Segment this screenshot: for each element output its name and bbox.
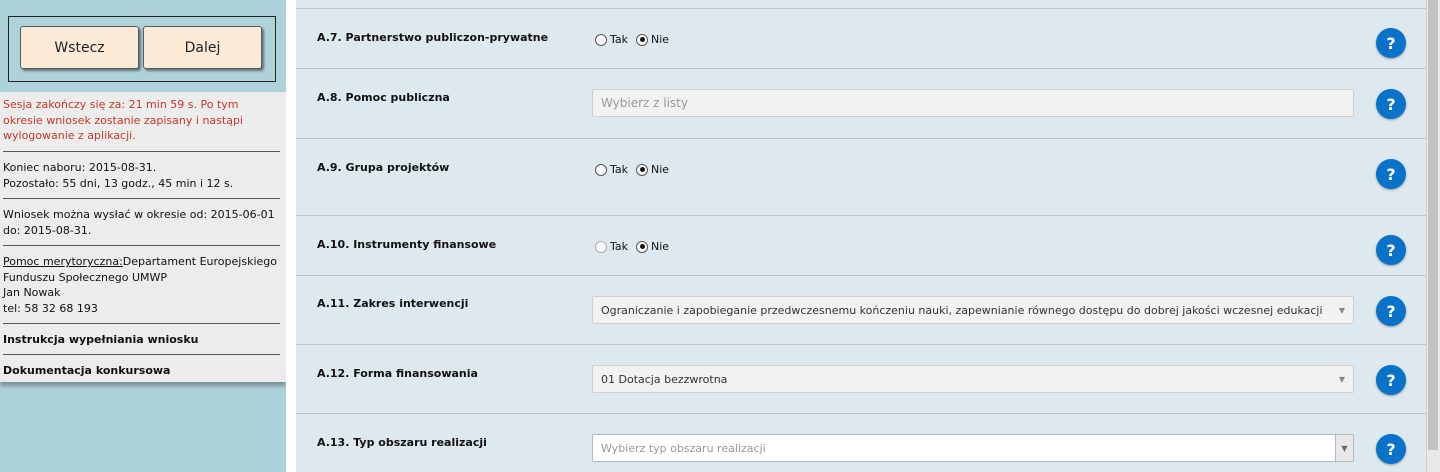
radio-yes[interactable]: Tak bbox=[595, 163, 628, 176]
dropdown-arrow-icon: ▼ bbox=[1338, 375, 1345, 384]
intervention-scope-select[interactable]: Ograniczanie i zapobieganie przedwczesne… bbox=[592, 296, 1354, 324]
select-value: 01 Dotacja bezzwrotna bbox=[601, 372, 728, 386]
left-panel: Wstecz Dalej Sesja zakończy się za: 21 m… bbox=[0, 0, 286, 472]
help-button[interactable]: ? bbox=[1376, 159, 1406, 189]
info-panel: Sesja zakończy się za: 21 min 59 s. Po t… bbox=[0, 92, 286, 382]
help-button[interactable]: ? bbox=[1376, 235, 1406, 265]
row-a8: A.8. Pomoc publiczna Wybierz z listy ? bbox=[296, 69, 1426, 139]
row-label: A.13. Typ obszaru realizacji bbox=[317, 436, 487, 449]
row-a11: A.11. Zakres interwencji Ograniczanie i … bbox=[296, 276, 1426, 345]
divider bbox=[3, 354, 280, 355]
financing-form-select[interactable]: 01 Dotacja bezzwrotna ▼ bbox=[592, 365, 1354, 393]
form-area: A.7. Partnerstwo publiczon-prywatne Tak … bbox=[296, 0, 1426, 472]
scrollbar-thumb[interactable] bbox=[1428, 0, 1438, 450]
radio-circle-icon bbox=[595, 163, 607, 176]
radio-label: Tak bbox=[610, 163, 629, 176]
radio-circle-selected-icon bbox=[636, 163, 649, 176]
form-top-border bbox=[296, 0, 1426, 9]
divider bbox=[3, 323, 280, 324]
row-label: A.8. Pomoc publiczna bbox=[317, 91, 450, 104]
radio-label: Nie bbox=[651, 240, 670, 253]
select-placeholder: Wybierz z listy bbox=[601, 96, 688, 110]
help-button[interactable]: ? bbox=[1376, 89, 1406, 119]
radio-group: Tak Nie bbox=[595, 33, 677, 46]
help-label: Pomoc merytoryczna: bbox=[3, 255, 123, 268]
help-button[interactable]: ? bbox=[1376, 365, 1406, 395]
radio-group: Tak Nie bbox=[595, 240, 677, 253]
radio-label: Nie bbox=[651, 33, 670, 46]
public-aid-select[interactable]: Wybierz z listy bbox=[592, 89, 1354, 117]
divider bbox=[3, 151, 280, 152]
help-button[interactable]: ? bbox=[1376, 434, 1406, 464]
row-a9: A.9. Grupa projektów Tak Nie ? bbox=[296, 139, 1426, 216]
radio-circle-selected-icon bbox=[636, 33, 649, 46]
row-a13: A.13. Typ obszaru realizacji Wybierz typ… bbox=[296, 414, 1426, 472]
radio-circle-icon bbox=[595, 240, 607, 253]
instructions-link[interactable]: Instrukcja wypełniania wniosku bbox=[3, 332, 280, 348]
row-label: A.7. Partnerstwo publiczon-prywatne bbox=[317, 31, 549, 44]
select-placeholder: Wybierz typ obszaru realizacji bbox=[601, 441, 766, 455]
area-type-select[interactable]: Wybierz typ obszaru realizacji ▼ bbox=[592, 434, 1354, 462]
radio-label: Tak bbox=[610, 240, 629, 253]
row-label: A.12. Forma finansowania bbox=[317, 367, 478, 380]
radio-label: Tak bbox=[610, 33, 629, 46]
radio-no[interactable]: Nie bbox=[636, 163, 669, 176]
radio-yes-disabled: Tak bbox=[595, 240, 628, 253]
dropdown-arrow-icon[interactable]: ▼ bbox=[1335, 435, 1353, 461]
radio-no[interactable]: Nie bbox=[636, 240, 669, 253]
submission-window: Wniosek można wysłać w okresie od: 2015-… bbox=[3, 207, 280, 238]
row-a10: A.10. Instrumenty finansowe Tak Nie ? bbox=[296, 216, 1426, 276]
dropdown-arrow-icon: ▼ bbox=[1338, 306, 1345, 315]
radio-circle-icon bbox=[595, 33, 607, 46]
radio-no[interactable]: Nie bbox=[636, 33, 669, 46]
help-button[interactable]: ? bbox=[1376, 296, 1406, 326]
competition-docs-link[interactable]: Dokumentacja konkursowa bbox=[3, 363, 280, 379]
help-button[interactable]: ? bbox=[1376, 28, 1406, 58]
row-label: A.11. Zakres interwencji bbox=[317, 297, 469, 310]
navigation-box: Wstecz Dalej bbox=[8, 16, 276, 82]
select-value: Ograniczanie i zapobieganie przedwczesne… bbox=[601, 303, 1323, 317]
row-label: A.9. Grupa projektów bbox=[317, 161, 450, 174]
panel-separator bbox=[286, 0, 296, 472]
submission-window-from: Wniosek można wysłać w okresie od: 2015-… bbox=[3, 208, 275, 221]
row-a7: A.7. Partnerstwo publiczon-prywatne Tak … bbox=[296, 9, 1426, 69]
row-label: A.10. Instrumenty finansowe bbox=[317, 238, 497, 251]
help-person: Jan Nowak bbox=[3, 286, 61, 299]
radio-label: Nie bbox=[651, 163, 670, 176]
deadline-remaining: Pozostało: 55 dni, 13 godz., 45 min i 12… bbox=[3, 176, 234, 190]
radio-yes[interactable]: Tak bbox=[595, 33, 628, 46]
deadline-info: Koniec naboru: 2015-08-31. Pozostało: 55… bbox=[3, 160, 280, 191]
session-timeout-text: Sesja zakończy się za: 21 min 59 s. Po t… bbox=[3, 98, 243, 142]
help-contact: Pomoc merytoryczna:Departament Europejsk… bbox=[3, 254, 280, 316]
back-button[interactable]: Wstecz bbox=[20, 26, 139, 69]
divider bbox=[3, 245, 280, 246]
deadline-end: Koniec naboru: 2015-08-31. bbox=[3, 161, 157, 174]
submission-window-to: do: 2015-08-31. bbox=[3, 223, 92, 237]
next-button[interactable]: Dalej bbox=[143, 26, 262, 69]
row-a12: A.12. Forma finansowania 01 Dotacja bezz… bbox=[296, 345, 1426, 414]
radio-circle-selected-icon bbox=[636, 240, 649, 253]
divider bbox=[3, 198, 280, 199]
help-phone: tel: 58 32 68 193 bbox=[3, 301, 98, 315]
radio-group: Tak Nie bbox=[595, 163, 677, 176]
